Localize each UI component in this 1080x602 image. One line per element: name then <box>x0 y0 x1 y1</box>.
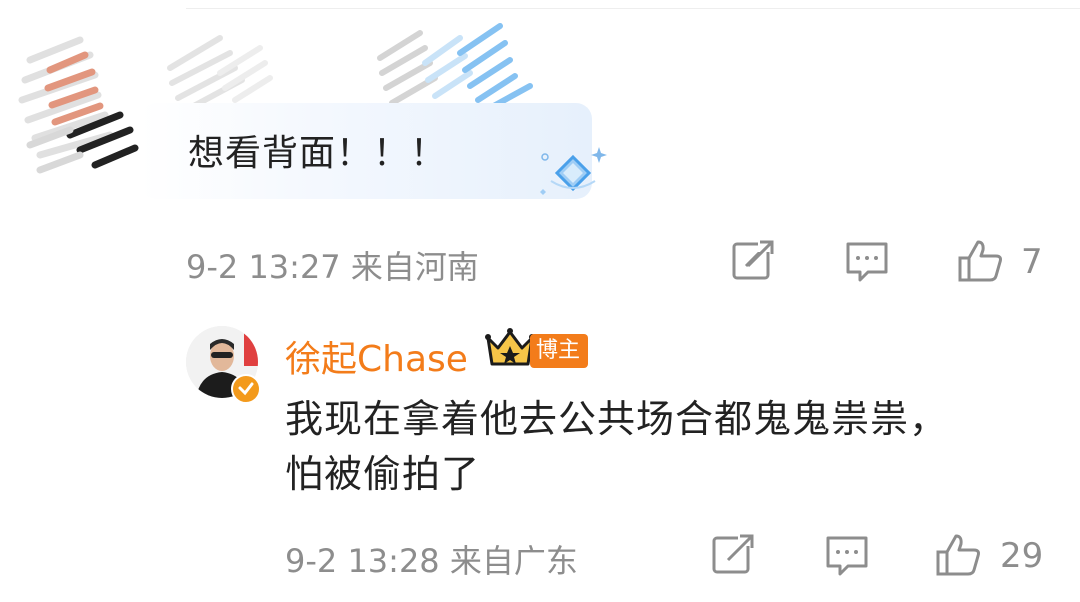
gem-badge-icon <box>540 147 607 195</box>
location: 来自广东 <box>449 542 578 580</box>
comment-button[interactable] <box>844 240 890 286</box>
like-button[interactable] <box>936 532 982 578</box>
like-button[interactable] <box>958 238 1004 284</box>
role-badge: 博主 <box>530 334 589 368</box>
reply-text-line1: 我现在拿着他去公共场合都鬼鬼祟祟， <box>285 397 949 441</box>
like-icon <box>936 534 980 576</box>
repost-button[interactable] <box>710 532 756 578</box>
location: 来自河南 <box>350 248 479 286</box>
comment-icon <box>826 536 868 576</box>
comment-text: 想看背面！！！ <box>188 133 448 174</box>
like-count: 7 <box>1021 242 1043 282</box>
redacted-avatar <box>18 36 139 174</box>
like-count: 29 <box>1000 536 1044 576</box>
repost-icon <box>712 532 756 574</box>
reply-meta: 9-2 13:28 来自广东 <box>285 536 578 582</box>
like-icon <box>958 240 1002 282</box>
username[interactable]: 徐起Chase <box>285 330 468 382</box>
comment-icon <box>846 242 888 282</box>
reply-text: 我现在拿着他去公共场合都鬼鬼祟祟， 怕被偷拍了 <box>285 392 1045 502</box>
comment-button[interactable] <box>824 534 870 580</box>
crown-icon <box>485 328 535 366</box>
timestamp: 9-2 13:28 <box>285 542 440 580</box>
repost-icon <box>732 238 776 280</box>
comment-meta: 9-2 13:27 来自河南 <box>186 242 479 288</box>
verified-badge-icon <box>231 374 261 404</box>
timestamp: 9-2 13:27 <box>186 248 341 286</box>
top-divider <box>186 8 1080 9</box>
repost-button[interactable] <box>730 238 776 284</box>
reply-text-line2: 怕被偷拍了 <box>285 452 481 496</box>
